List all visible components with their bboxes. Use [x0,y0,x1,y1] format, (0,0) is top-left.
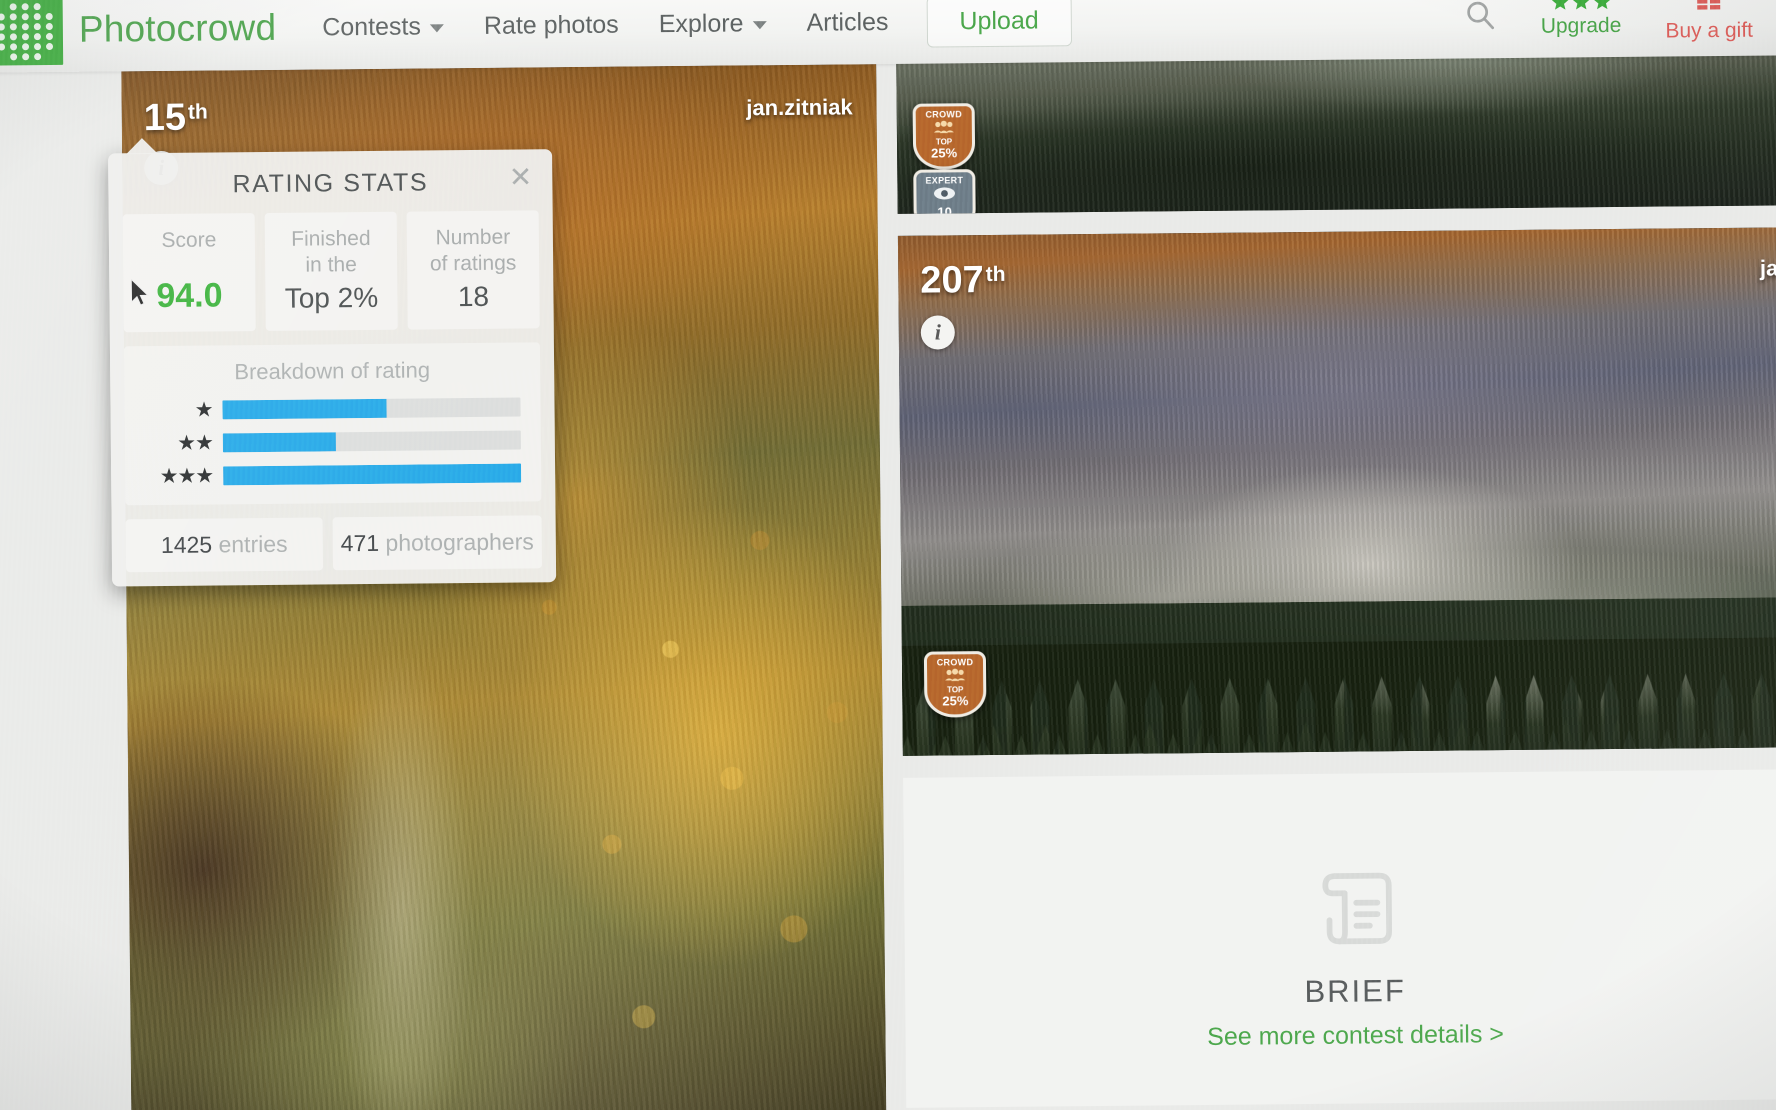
rating-bar-track [222,397,521,420]
brand-name[interactable]: Photocrowd [79,7,277,51]
badge-percent: 25% [942,693,969,709]
stat-ratings-caption-line2: of ratings [429,251,517,276]
chevron-down-icon [752,21,767,30]
rating-bar-fill [223,463,522,486]
nav-item-contests[interactable]: Contests [322,12,444,42]
photographers-label: photographers [385,528,534,556]
entries-label: entries [218,530,288,558]
nav-item-explore-label: Explore [658,8,744,38]
popup-footer-counts: 1425 entries 471 photographers [125,515,543,573]
entry-207-rank-number: 207 [920,259,984,302]
contest-brief-panel: BRIEF See more contest details > [903,769,1776,1108]
rating-bar-row: ★★ [145,430,521,455]
expert-badge-top-label: EXPERT [925,175,964,186]
rating-bar-track [223,463,522,486]
expert-badge-value: 10 [937,204,952,214]
rating-bar-row: ★ [144,397,521,422]
popup-title: RATING STATS [232,168,429,199]
eye-icon [932,186,956,204]
main-navigation: Contests Rate photos Explore Articles [322,7,888,41]
upgrade-button[interactable]: Upgrade [1540,0,1621,39]
see-more-contest-details-link[interactable]: See more contest details > [1207,1020,1504,1052]
rating-breakdown: Breakdown of rating ★ ★★ ★★★ [123,342,542,506]
entry-rank-badge: 15 th [143,96,208,140]
star-icon-3: ★★★ [159,464,214,488]
stat-finished-caption: Finished in the [271,226,391,278]
photographers-number: 471 [340,529,380,557]
rating-bar-row: ★★★ [145,463,522,488]
rating-bar-fill [222,432,337,453]
stat-score-value: 94.0 [156,276,223,316]
rating-breakdown-title: Breakdown of rating [234,357,431,385]
stat-boxes: Score 94.0 Finished in the Top 2% Number… [109,210,554,333]
right-entry-column: CROWD TOP 25% EXPERT 10 207 th i ja CROW… [895,0,1776,1108]
expert-badge[interactable]: EXPERT 10 [913,169,976,214]
stat-score: Score 94.0 [122,213,256,333]
buy-a-gift-button[interactable]: Buy a gift [1665,0,1753,44]
upgrade-label: Upgrade [1540,13,1622,38]
page-body: 15 th i jan.zitniak RATING STATS ✕ Score… [0,0,1776,1110]
gift-box-icon [1692,0,1726,16]
entries-number: 1425 [160,531,213,558]
crowd-people-icon [933,120,955,137]
photocrowd-logo-icon[interactable] [0,0,64,66]
buy-a-gift-label: Buy a gift [1665,18,1754,43]
stat-finished-caption-line2: in the [305,252,357,277]
entry-card-207th[interactable]: 207 th i ja CROWD TOP 25% [897,227,1776,756]
screen-content: Photocrowd Contests Rate photos Explore … [0,0,1776,1110]
chevron-down-icon [429,24,444,33]
upload-button[interactable]: Upload [926,0,1072,48]
rating-stats-popup: RATING STATS ✕ Score 94.0 Finished in th… [108,149,557,587]
stat-finished-in-the: Finished in the Top 2% [264,211,398,331]
nav-item-articles-label: Articles [806,7,889,37]
stat-finished-caption-line1: Finished [291,226,371,251]
crowd-people-icon [944,668,966,685]
stat-number-of-ratings: Number of ratings 18 [406,210,540,330]
nav-item-articles[interactable]: Articles [806,7,888,37]
info-circle-icon[interactable]: i [920,315,955,350]
star-icon-1: ★ [194,398,213,422]
badge-percent: 25% [931,145,958,161]
stat-score-caption: Score [161,228,217,252]
brief-scroll-icon [1306,860,1403,962]
rating-bar-track [222,430,521,453]
close-icon[interactable]: ✕ [509,161,533,192]
entry-207-rank-suffix: th [985,262,1006,287]
brief-title: BRIEF [1304,973,1406,1010]
badge-top-label: CROWD [925,109,963,120]
photo-conifer-silhouettes-front [900,539,1776,756]
entry-207-author-link[interactable]: ja [1760,255,1776,281]
photographers-count: 471 photographers [332,515,543,571]
header-actions: Upgrade Buy a gift [1462,0,1776,45]
rating-bar-fill [222,398,387,420]
badge-top-label: CROWD [936,657,974,668]
entry-author-link[interactable]: jan.zitniak [746,94,853,121]
crowd-top-25-badge[interactable]: CROWD TOP 25% [912,103,976,170]
nav-item-rate-photos-label: Rate photos [483,10,619,40]
entry-photo-misty-forest [897,227,1776,756]
stat-ratings-caption-line1: Number [435,225,511,250]
three-stars-icon [1550,0,1611,12]
stat-ratings-caption: Number of ratings [413,224,533,276]
entries-count: 1425 entries [125,517,323,573]
nav-item-explore[interactable]: Explore [659,9,767,39]
nav-item-contests-label: Contests [322,11,422,41]
photo-conifer-silhouettes [899,445,1776,756]
search-icon[interactable] [1462,0,1496,36]
stat-ratings-value: 18 [457,280,490,313]
stat-finished-value: Top 2% [284,281,379,314]
photographed-screen: Photocrowd Contests Rate photos Explore … [0,0,1776,1110]
entry-rank-suffix: th [187,100,208,124]
star-icon-2: ★★ [177,431,213,455]
popup-header: RATING STATS ✕ [108,149,553,214]
nav-item-rate-photos[interactable]: Rate photos [484,10,619,40]
entry-207-rank-badge: 207 th [920,259,1006,302]
entry-rank-number: 15 [143,96,187,140]
crowd-top-25-badge[interactable]: CROWD TOP 25% [923,651,987,718]
